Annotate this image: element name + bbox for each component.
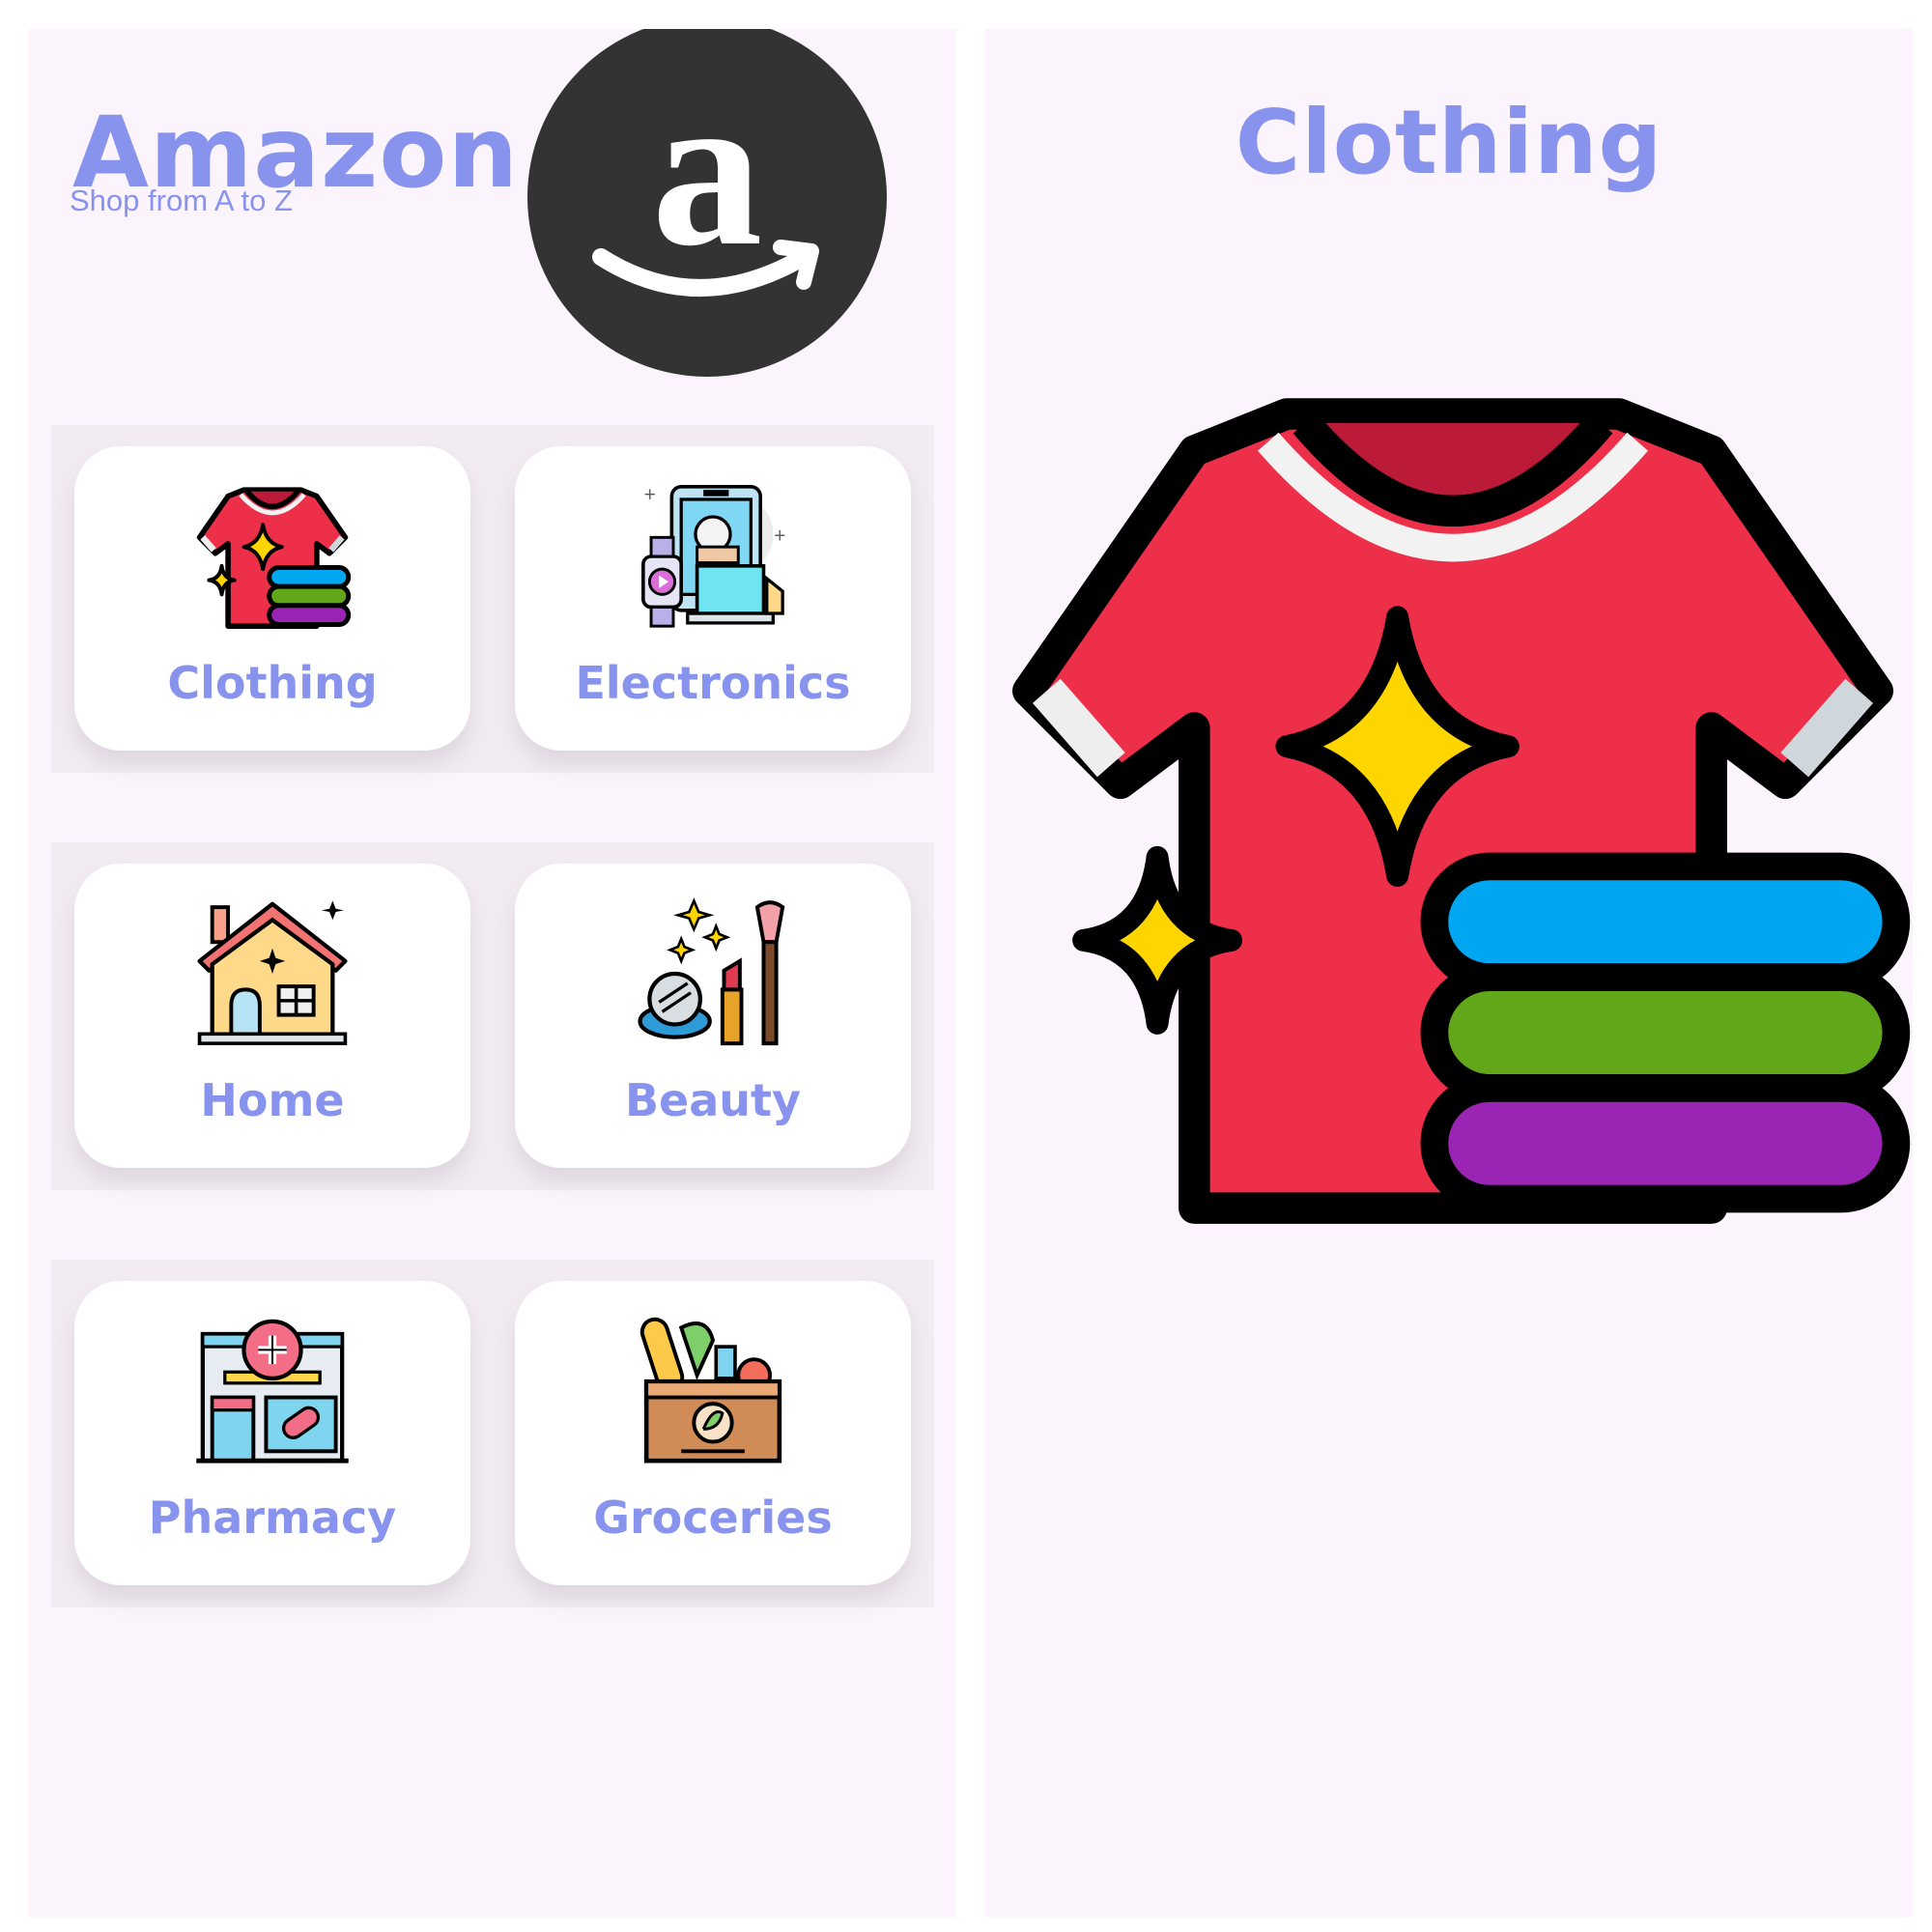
house-icon	[193, 895, 352, 1053]
category-label: Clothing	[167, 657, 378, 709]
category-card-home[interactable]: Home	[74, 864, 470, 1168]
category-label: Electronics	[575, 657, 851, 709]
makeup-icon	[634, 895, 792, 1053]
category-label: Beauty	[624, 1074, 802, 1126]
devices-icon	[634, 477, 792, 636]
grocery-bag-icon	[634, 1312, 792, 1470]
category-label: Pharmacy	[148, 1492, 397, 1544]
category-card-clothing[interactable]: Clothing	[74, 446, 470, 751]
category-card-beauty[interactable]: Beauty	[515, 864, 911, 1168]
app-subtitle: Shop from A to Z	[70, 184, 293, 217]
category-row: Clothing Electronics	[51, 425, 934, 773]
detail-title: Clothing	[1235, 91, 1663, 194]
category-screen: Amazon Shop from A to Z a Clothing Elect…	[29, 29, 956, 1918]
category-card-groceries[interactable]: Groceries	[515, 1281, 911, 1585]
category-detail-screen: Clothing	[985, 29, 1913, 1918]
amazon-logo-icon: a	[527, 29, 887, 377]
tshirt-icon	[991, 319, 1913, 1285]
pharmacy-icon	[193, 1312, 352, 1470]
category-row: Pharmacy Groceries	[51, 1260, 934, 1607]
category-label: Home	[200, 1074, 345, 1126]
category-card-electronics[interactable]: Electronics	[515, 446, 911, 751]
category-row: Home Beauty	[51, 842, 934, 1190]
svg-text:a: a	[652, 45, 763, 292]
tshirt-icon	[193, 477, 352, 636]
category-label: Groceries	[593, 1492, 833, 1544]
category-card-pharmacy[interactable]: Pharmacy	[74, 1281, 470, 1585]
